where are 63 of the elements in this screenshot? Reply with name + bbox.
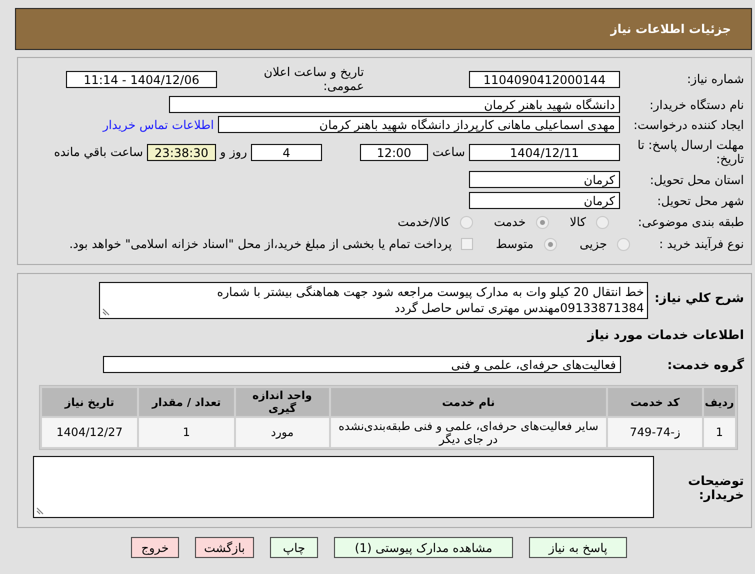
action-button[interactable]: خروج	[131, 537, 179, 558]
radio-label: متوسط	[496, 237, 534, 251]
field-label: ایجاد کننده درخواست:	[632, 118, 744, 132]
description-text: خط انتقال 20 کیلو وات به مدارک پیوست مراجعه شود جهت هماهنگی بیشتر با شماره 09133871384مهندس مهتری تماس حاصل گردد	[216, 285, 644, 315]
text-field[interactable]: فعالیت‌های حرفه‌ای، علمی و فنی	[103, 356, 621, 373]
column-header: تاریخ نیاز	[42, 388, 138, 416]
table-cell: 1	[704, 418, 735, 447]
radio-button[interactable]	[460, 216, 473, 228]
text-field[interactable]: کرمان	[469, 192, 620, 209]
field-label: شماره نیاز:	[686, 72, 744, 86]
text-field[interactable]: 12:00	[360, 144, 428, 160]
radio-button[interactable]	[596, 216, 609, 228]
column-header: واحد اندازه گیری	[236, 388, 329, 416]
radio-button[interactable]	[544, 238, 557, 250]
column-header: تعداد / مقدار	[139, 388, 234, 416]
text-field[interactable]: 1404/12/11	[469, 144, 620, 160]
radio-button[interactable]	[536, 216, 549, 228]
field-label: نام دستگاه خریدار:	[648, 98, 744, 112]
column-header: ردیف	[704, 388, 735, 416]
table-cell: 1404/12/27	[42, 418, 138, 447]
checkbox[interactable]	[460, 238, 473, 250]
action-button[interactable]: چاپ	[270, 537, 318, 558]
field-label: مهلت ارسال پاسخ: تا تاریخ:	[636, 138, 744, 166]
text-field[interactable]: مهدی اسماعیلی ماهانی کارپرداز دانشگاه شهید باهنر کرمان	[218, 116, 620, 133]
section-title: اطلاعات خدمات مورد نیاز	[588, 327, 744, 342]
radio-label: کالا	[570, 215, 586, 229]
countdown-field[interactable]: 23:38:30	[147, 144, 216, 160]
text-field[interactable]: کرمان	[469, 171, 620, 188]
table-cell: 1	[139, 418, 234, 447]
field-label: روز و	[220, 145, 247, 159]
radio-label: خدمت	[494, 215, 526, 229]
field-label: توضیحات خریدار:	[687, 474, 744, 502]
field-label: استان محل تحویل:	[648, 172, 744, 186]
page-title: جزئیات اطلاعات نیاز	[610, 22, 731, 36]
action-button[interactable]: مشاهده مدارک پیوستی (1)	[334, 537, 513, 558]
action-button[interactable]: پاسخ به نیاز	[529, 537, 627, 558]
field-label: شهر محل تحویل:	[656, 194, 744, 208]
field-label: طبقه بندی موضوعی:	[636, 215, 744, 229]
radio-label: کالا/خدمت	[398, 215, 450, 229]
table-cell: ز-74-749	[608, 418, 702, 447]
checkbox-label: پرداخت تمام یا بخشی از مبلغ خرید،از محل "اسناد خزانه اسلامی" خواهد بود.	[69, 237, 452, 251]
text-field[interactable]: دانشگاه شهید باهنر کرمان	[169, 96, 620, 113]
radio-button[interactable]	[617, 238, 630, 250]
table-cell: سایر فعالیت‌های حرفه‌ای، علمی و فنی طبقه‌بندی‌نشده در جای دیگر	[330, 418, 606, 447]
resize-grip-icon[interactable]	[36, 507, 44, 515]
resize-grip-icon[interactable]	[102, 308, 110, 316]
column-header: نام خدمت	[330, 388, 606, 416]
field-label: نوع فرآیند خرید :	[658, 237, 744, 251]
field-label: تاریخ و ساعت اعلان عمومی:	[262, 65, 364, 93]
radio-label: جزیی	[580, 237, 607, 251]
notes-field[interactable]	[33, 456, 654, 518]
field-label: شرح کلي نياز:	[654, 290, 744, 305]
text-field[interactable]: 4	[251, 144, 322, 160]
contact-link[interactable]: اطلاعات تماس خریدار	[102, 118, 214, 132]
text-field[interactable]: 1404/12/06 - 11:14	[66, 70, 217, 88]
column-header: کد خدمت	[608, 388, 702, 416]
field-label: ساعت باقي مانده	[54, 145, 143, 159]
field-label: ساعت	[432, 145, 465, 159]
field-label: گروه خدمت:	[666, 357, 744, 372]
text-field[interactable]: 1104090412000144	[469, 70, 620, 88]
description-field[interactable]: خط انتقال 20 کیلو وات به مدارک پیوست مراجعه شود جهت هماهنگی بیشتر با شماره 09133871384مهندس مهتری تماس حاصل گردد	[99, 282, 648, 319]
action-button[interactable]: بازگشت	[195, 537, 254, 558]
table-cell: مورد	[236, 418, 329, 447]
